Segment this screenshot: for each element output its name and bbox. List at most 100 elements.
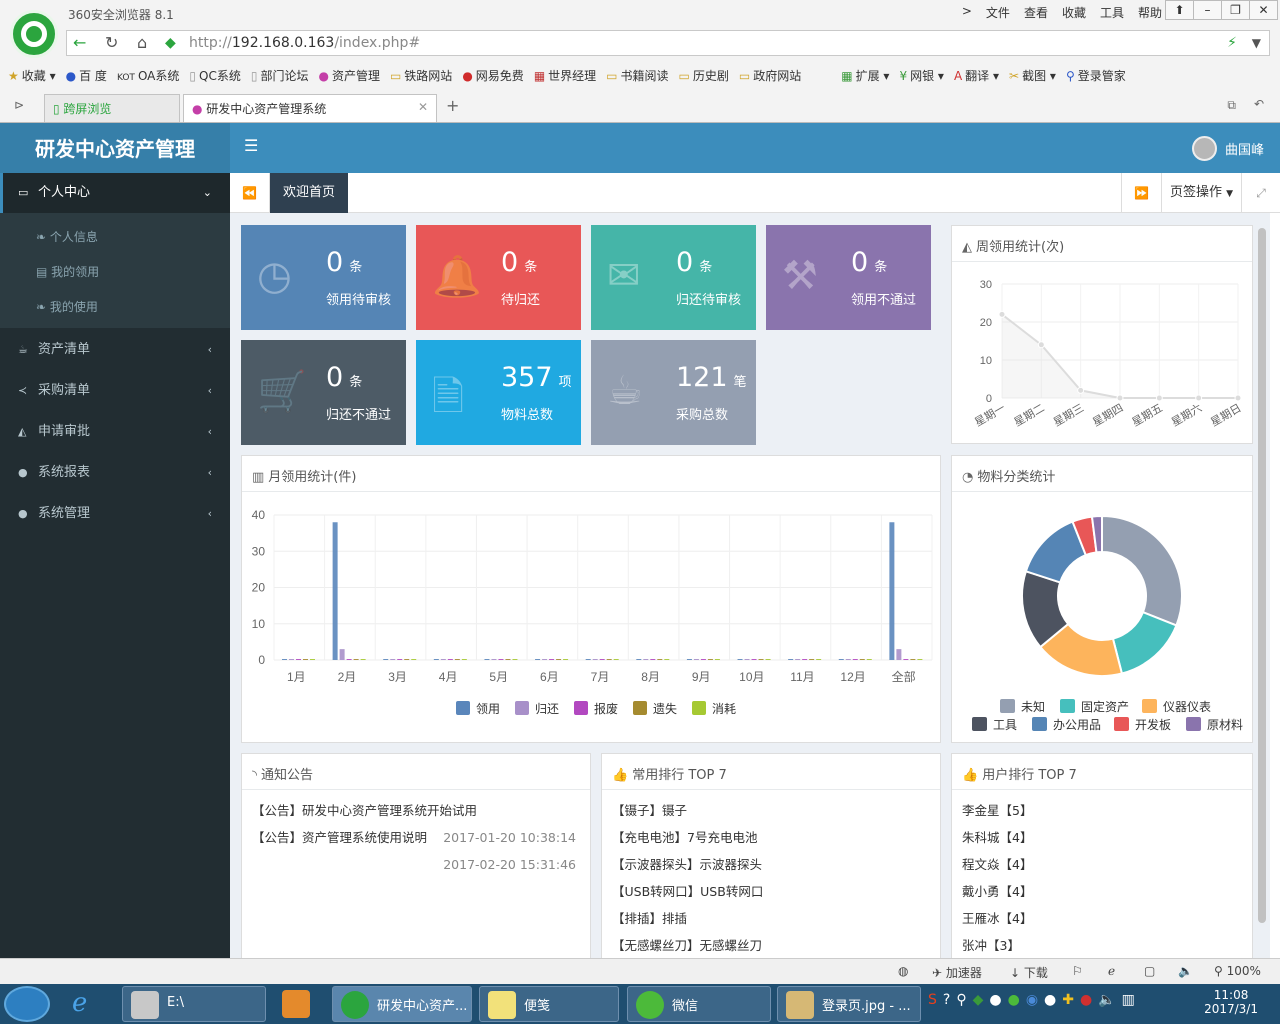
sidebar-sub-info[interactable]: ❧ 个人信息 xyxy=(0,227,230,247)
close-tab-icon[interactable]: ✕ xyxy=(418,100,428,114)
top7-item[interactable]: 【排插】排插 xyxy=(612,905,687,932)
sidebar-item-purchase[interactable]: ≺ 采购清单 ‹ xyxy=(0,380,230,402)
top7-item[interactable]: 【示波器探头】示波器探头 xyxy=(612,851,762,878)
menu-favorites[interactable]: 收藏 xyxy=(1062,4,1086,21)
top7-item[interactable]: 【USB转网口】USB转网口 xyxy=(612,878,763,905)
address-bar[interactable]: ← ↻ ⌂ ◆ http://192.168.0.163/index.php# … xyxy=(66,30,1270,56)
dropdown-icon[interactable]: ▼ xyxy=(1252,36,1261,50)
ie-icon[interactable]: ℯ xyxy=(1108,964,1115,978)
refresh-icon[interactable]: ↻ xyxy=(105,33,118,52)
url-text[interactable]: http://192.168.0.163/index.php# xyxy=(189,35,420,51)
top7-item[interactable]: 【充电电池】7号充电电池 xyxy=(612,824,757,851)
ie-icon[interactable]: ℯ xyxy=(72,988,87,1018)
tool-screenshot[interactable]: ✂ 截图 ▾ xyxy=(1009,67,1056,84)
fav-rail[interactable]: ▭ 铁路网站 xyxy=(390,67,452,84)
notice-item[interactable]: 【公告】资产管理系统使用说明 xyxy=(252,824,427,851)
browser-tab-asset[interactable]: ● 研发中心资产管理系统 ✕ xyxy=(183,94,437,122)
wechat-tray-icon[interactable]: ● xyxy=(1008,992,1020,1008)
fav-collect[interactable]: ★ 收藏 ▾ xyxy=(8,67,56,84)
usb-icon[interactable]: ⚲ xyxy=(956,992,966,1008)
fav-oa[interactable]: KOT OA系统 xyxy=(117,67,179,84)
usertop-item[interactable]: 戴小勇【4】 xyxy=(962,878,1032,905)
sidebar-item-assets[interactable]: ☕ 资产清单 ‹ xyxy=(0,339,230,361)
sidebar-item-personal[interactable]: ▭ 个人中心 ⌄ xyxy=(0,173,230,213)
stat-box[interactable]: ✉ 0条 归还待审核 xyxy=(591,225,756,330)
pin-icon[interactable]: ⬆ xyxy=(1165,0,1194,20)
tool-bank[interactable]: ¥ 网银 ▾ xyxy=(899,67,944,84)
stat-box[interactable]: ⚒ 0条 领用不通过 xyxy=(766,225,931,330)
bookmark-icon[interactable]: ⚐ xyxy=(1072,964,1083,978)
tool-login[interactable]: ⚲ 登录管家 xyxy=(1066,67,1126,84)
tab-next-icon[interactable]: ⏩ xyxy=(1121,173,1161,213)
content-scrollbar[interactable] xyxy=(1258,228,1266,923)
taskbar-item-paint[interactable]: 登录页.jpg - ... xyxy=(777,986,921,1022)
minimize-button[interactable]: – xyxy=(1193,0,1222,20)
usertop-item[interactable]: 王雁冰【4】 xyxy=(962,905,1032,932)
ie-compat-icon[interactable]: ◍ xyxy=(898,964,908,978)
download-button[interactable]: ↓ 下载 xyxy=(1010,964,1048,981)
tab-home[interactable]: 欢迎首页 xyxy=(270,173,348,213)
taskbar-clock[interactable]: 11:08 2017/3/1 xyxy=(1204,988,1258,1016)
lightning-icon[interactable]: ⚡ xyxy=(1227,35,1237,51)
menu-tools[interactable]: 工具 xyxy=(1100,4,1124,21)
stat-box[interactable]: 🗎 357 项 物料总数 xyxy=(416,340,581,445)
fav-gov[interactable]: ▭ 政府网站 xyxy=(739,67,801,84)
notice-item[interactable]: 【公告】研发中心资产管理系统开始试用 xyxy=(252,797,477,824)
sidebar-toggle-icon[interactable]: ⊳ xyxy=(14,98,24,112)
menu-file[interactable]: 文件 xyxy=(986,4,1010,21)
sidebar-item-system[interactable]: ● 系统管理 ‹ xyxy=(0,503,230,525)
taskbar-item-browser[interactable]: 研发中心资产... xyxy=(332,986,472,1022)
home-icon[interactable]: ⌂ xyxy=(137,33,147,52)
fav-history[interactable]: ▭ 历史剧 xyxy=(679,67,729,84)
menu-arrow-icon[interactable]: > xyxy=(962,4,972,21)
qq-icon[interactable]: ● xyxy=(1044,992,1056,1008)
menu-view[interactable]: 查看 xyxy=(1024,4,1048,21)
sogou-icon[interactable]: S xyxy=(928,992,937,1008)
zoom-button[interactable]: ⚲ 100% xyxy=(1214,964,1261,978)
top7-item[interactable]: 【镊子】镊子 xyxy=(612,797,687,824)
restore-tab-icon[interactable]: ⧉ xyxy=(1227,98,1236,113)
top7-item[interactable]: 【无感螺丝刀】无感螺丝刀 xyxy=(612,932,762,959)
usertop-item[interactable]: 李金星【5】 xyxy=(962,797,1032,824)
fav-asset[interactable]: ● 资产管理 xyxy=(318,67,380,84)
start-button-icon[interactable] xyxy=(4,986,50,1022)
back-icon[interactable]: ← xyxy=(73,33,86,52)
usertop-item[interactable]: 朱科城【4】 xyxy=(962,824,1032,851)
fav-forum[interactable]: ▯ 部门论坛 xyxy=(251,67,309,84)
browser-logo-icon[interactable] xyxy=(10,10,58,58)
taskbar-item-explorer[interactable]: E:\ xyxy=(122,986,266,1022)
tool-translate[interactable]: A 翻译 ▾ xyxy=(954,67,999,84)
network-tray-icon[interactable]: ◉ xyxy=(1026,992,1038,1008)
network-icon[interactable]: ▥ xyxy=(1122,992,1135,1008)
stat-box[interactable]: 🛒 0条 归还不通过 xyxy=(241,340,406,445)
sidebar-sub-myusage[interactable]: ❧ 我的使用 xyxy=(0,297,230,317)
menu-toggle-icon[interactable]: ☰ xyxy=(244,136,258,155)
media-player-icon[interactable] xyxy=(282,990,310,1018)
stat-box[interactable]: ◷ 0条 领用待审核 xyxy=(241,225,406,330)
sidebar-item-reports[interactable]: ● 系统报表 ‹ xyxy=(0,462,230,484)
maximize-button[interactable]: ❐ xyxy=(1221,0,1250,20)
user-menu[interactable]: 曲国峰 xyxy=(1191,136,1264,161)
sidebar-item-approval[interactable]: ◭ 申请审批 ‹ xyxy=(0,421,230,443)
new-tab-icon[interactable]: + xyxy=(446,96,459,115)
fav-qc[interactable]: ▯ QC系统 xyxy=(189,67,240,84)
help-icon[interactable]: ? xyxy=(943,992,950,1008)
app-tray-icon[interactable]: ● xyxy=(1080,992,1092,1008)
undo-icon[interactable]: ↶ xyxy=(1254,97,1264,111)
stat-box[interactable]: ☕ 121 笔 采购总数 xyxy=(591,340,756,445)
tab-operations-dropdown[interactable]: 页签操作 ▼ xyxy=(1161,173,1241,213)
fav-books[interactable]: ▭ 书籍阅读 xyxy=(606,67,668,84)
chat-icon[interactable]: ● xyxy=(989,992,1001,1008)
taskbar-item-wechat[interactable]: 微信 xyxy=(627,986,771,1022)
usertop-item[interactable]: 张冲【3】 xyxy=(962,932,1020,959)
fav-manager[interactable]: ▦ 世界经理 xyxy=(534,67,596,84)
tab-prev-icon[interactable]: ⏪ xyxy=(230,173,270,213)
volume-icon[interactable]: 🔈 xyxy=(1098,992,1115,1008)
stat-box[interactable]: 🔔 0条 待归还 xyxy=(416,225,581,330)
menu-help[interactable]: 帮助 xyxy=(1138,4,1162,21)
taskbar-item-notes[interactable]: 便笺 xyxy=(479,986,619,1022)
sound-icon[interactable]: 🔈 xyxy=(1178,964,1193,978)
accelerator-button[interactable]: ✈ 加速器 xyxy=(932,964,982,981)
window-icon[interactable]: ▢ xyxy=(1144,964,1155,978)
fav-netease[interactable]: ● 网易免费 xyxy=(462,67,524,84)
